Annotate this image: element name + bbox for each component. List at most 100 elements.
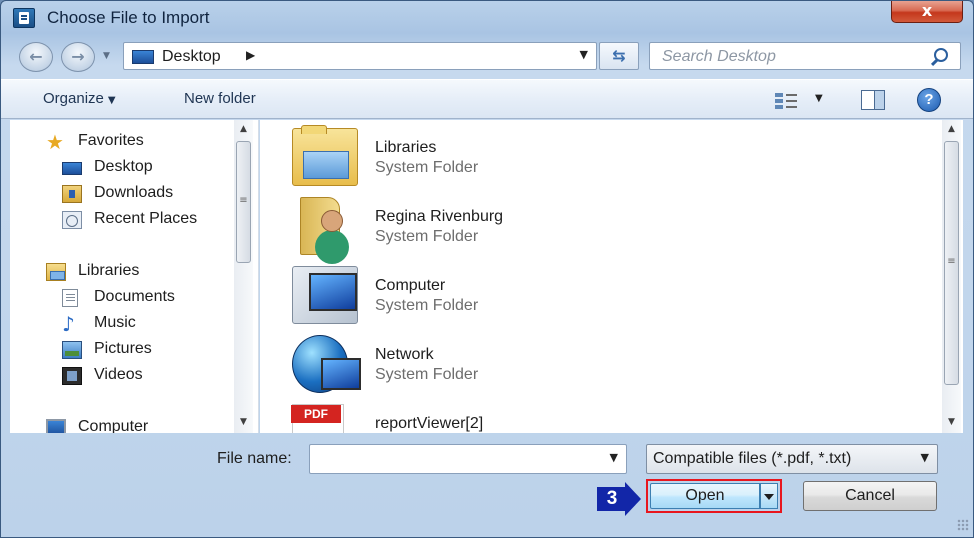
sidebar-scroll-thumb[interactable]: ≡	[236, 141, 251, 263]
file-name: Libraries	[375, 139, 437, 156]
file-type: System Folder	[375, 366, 479, 383]
sidebar-item-favorites[interactable]: ★ Favorites	[10, 130, 236, 154]
file-dialog-window: Choose File to Import x ← → ▼ Desktop ▶ …	[0, 0, 974, 538]
pdf-badge: PDF	[291, 405, 341, 423]
sidebar-item-videos[interactable]: Videos	[10, 364, 236, 388]
cancel-button[interactable]: Cancel	[803, 481, 937, 511]
chevron-right-icon[interactable]: ▶	[246, 48, 255, 62]
chevron-down-icon[interactable]: ▼	[610, 451, 618, 464]
step-callout-arrow: 3	[597, 482, 641, 516]
sidebar-item-label: Recent Places	[94, 210, 198, 227]
help-icon: ?	[924, 91, 934, 108]
sidebar-item-desktop[interactable]: Desktop	[10, 156, 236, 180]
sidebar-item-label: Downloads	[94, 184, 174, 201]
sidebar-item-recent-places[interactable]: Recent Places	[10, 208, 236, 232]
open-options-dropdown-icon[interactable]	[760, 483, 778, 509]
file-type: System Folder	[375, 228, 479, 245]
forward-button[interactable]: →	[61, 42, 95, 72]
scroll-down-icon[interactable]: ▼	[942, 413, 961, 431]
sidebar-item-documents[interactable]: Documents	[10, 286, 236, 310]
back-button[interactable]: ←	[19, 42, 53, 72]
change-view-icon[interactable]	[775, 92, 797, 110]
navigation-pane: ★ Favorites Desktop Downloads Recent Pla…	[10, 120, 259, 433]
videos-icon	[62, 367, 82, 385]
list-item-report-pdf[interactable]: PDF reportViewer[2] Adobe Acrobat Docume…	[260, 396, 940, 433]
refresh-button[interactable]: ⇆	[599, 42, 639, 70]
address-bar[interactable]: Desktop ▶ ▼	[123, 42, 597, 70]
view-options-chevron-icon[interactable]: ▼	[815, 93, 823, 104]
scroll-up-icon[interactable]: ▲	[234, 120, 253, 138]
file-name-label: File name:	[217, 450, 292, 467]
sidebar-item-downloads[interactable]: Downloads	[10, 182, 236, 206]
list-item-network[interactable]: Network System Folder	[260, 327, 940, 396]
refresh-icon: ⇆	[612, 46, 626, 65]
search-box[interactable]: Search Desktop	[649, 42, 961, 70]
file-list-scrollbar[interactable]: ▲ ≡ ▼	[942, 120, 961, 433]
step-number: 3	[606, 488, 618, 509]
file-list: Libraries System Folder Regina Rivenburg…	[260, 120, 963, 433]
organize-button[interactable]: Organize ▼	[43, 90, 116, 107]
sidebar-item-label: Music	[94, 314, 136, 331]
chevron-down-icon[interactable]: ▼	[580, 48, 588, 61]
search-icon[interactable]	[934, 48, 948, 62]
sidebar-item-label: Libraries	[78, 262, 140, 279]
recent-places-icon	[62, 211, 82, 229]
scroll-down-icon[interactable]: ▼	[234, 413, 253, 431]
help-button[interactable]: ?	[917, 88, 941, 112]
sidebar-scrollbar[interactable]: ▲ ≡ ▼	[234, 120, 253, 433]
dialog-footer: File name: ▼ Compatible files (*.pdf, *.…	[1, 433, 973, 537]
file-name: Network	[375, 346, 434, 363]
close-icon: x	[921, 1, 933, 20]
computer-icon	[292, 266, 358, 324]
file-name-input[interactable]	[314, 448, 594, 470]
sidebar-item-computer[interactable]: Computer	[10, 416, 236, 433]
sidebar-item-label: Videos	[94, 366, 143, 383]
sidebar-item-label: Favorites	[78, 132, 144, 149]
recent-locations-dropdown[interactable]: ▼	[103, 51, 110, 61]
step-arrow-head	[625, 482, 641, 516]
scroll-up-icon[interactable]: ▲	[942, 120, 961, 138]
file-type-filter-select[interactable]: Compatible files (*.pdf, *.txt) ▼	[646, 444, 938, 474]
documents-icon	[62, 289, 78, 307]
arrow-left-icon: ←	[29, 47, 43, 66]
sidebar-item-label: Documents	[94, 288, 175, 305]
file-list-scroll-thumb[interactable]: ≡	[944, 141, 959, 385]
file-name: reportViewer[2]	[375, 415, 484, 432]
desktop-icon	[132, 50, 154, 64]
list-item-computer[interactable]: Computer System Folder	[260, 258, 940, 327]
chevron-down-icon: ▼	[920, 451, 929, 464]
file-name: Computer	[375, 277, 446, 294]
sidebar-item-label: Desktop	[94, 158, 153, 175]
sidebar-item-libraries[interactable]: Libraries	[10, 260, 236, 284]
close-button[interactable]: x	[891, 1, 963, 23]
chevron-down-icon: ▼	[107, 95, 116, 106]
star-icon: ★	[46, 130, 64, 154]
pictures-icon	[62, 341, 82, 359]
search-input[interactable]: Search Desktop	[662, 48, 776, 66]
file-type: System Folder	[375, 159, 479, 176]
title-bar[interactable]: Choose File to Import x	[1, 1, 973, 35]
sidebar-item-pictures[interactable]: Pictures	[10, 338, 236, 362]
new-folder-button[interactable]: New folder	[184, 90, 256, 107]
desktop-icon	[62, 162, 82, 175]
music-icon: ♪	[62, 312, 75, 336]
file-type-filter-value: Compatible files (*.pdf, *.txt)	[653, 450, 852, 467]
command-toolbar: Organize ▼ New folder ▼ ?	[1, 79, 973, 119]
preview-pane-icon[interactable]	[861, 90, 885, 110]
open-button[interactable]: Open	[650, 483, 760, 509]
sidebar-item-label: Computer	[78, 418, 149, 433]
address-location: Desktop	[162, 48, 221, 65]
sidebar-item-label: Pictures	[94, 340, 152, 357]
resize-grip-icon[interactable]	[957, 519, 969, 531]
window-title: Choose File to Import	[47, 8, 210, 27]
file-type: System Folder	[375, 297, 479, 314]
list-item-user-folder[interactable]: Regina Rivenburg System Folder	[260, 189, 940, 258]
downloads-icon	[62, 185, 82, 203]
sidebar-item-music[interactable]: ♪ Music	[10, 312, 236, 336]
file-name: Regina Rivenburg	[375, 208, 504, 225]
grip-icon: ≡	[239, 195, 248, 206]
file-name-combobox[interactable]: ▼	[309, 444, 627, 474]
libraries-folder-icon	[292, 125, 358, 186]
list-item-libraries[interactable]: Libraries System Folder	[260, 120, 940, 189]
arrow-right-icon: →	[71, 47, 85, 66]
